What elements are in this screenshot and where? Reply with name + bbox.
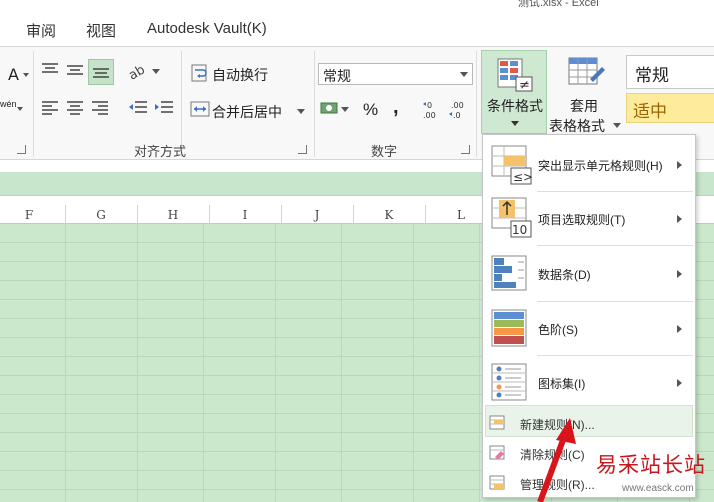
column-header-g[interactable]: G — [65, 208, 137, 222]
wrap-text-button[interactable]: 自动换行 — [212, 65, 268, 85]
chevron-right-icon — [677, 270, 682, 278]
conditional-formatting-button[interactable]: ≠ 条件格式 — [481, 50, 547, 134]
menu-item-data-bars[interactable]: 数据条(D) — [483, 249, 695, 299]
format-as-table-icon — [568, 57, 605, 85]
wrap-text-icon — [191, 64, 207, 82]
svg-text:.0: .0 — [453, 111, 461, 120]
chevron-down-icon — [460, 72, 468, 77]
decrease-indent-icon[interactable] — [127, 99, 149, 115]
accounting-format-icon[interactable] — [320, 99, 350, 119]
align-top-icon[interactable] — [40, 61, 60, 77]
color-scales-icon — [491, 309, 527, 347]
font-color-button[interactable]: A — [8, 65, 19, 84]
increase-decimal-icon[interactable]: 0.00 — [422, 99, 444, 121]
decrease-decimal-icon[interactable]: .00.0 — [448, 99, 470, 121]
conditional-formatting-icon: ≠ — [497, 58, 533, 93]
data-bars-icon — [491, 255, 527, 291]
chevron-right-icon — [677, 379, 682, 387]
comma-style-button[interactable]: , — [393, 96, 399, 119]
chevron-down-icon[interactable] — [613, 123, 621, 128]
menu-item-color-scales[interactable]: 色阶(S) — [483, 305, 695, 355]
group-label-number: 数字 — [371, 144, 398, 159]
chevron-down-icon[interactable] — [297, 109, 305, 114]
number-format-select[interactable]: 常规 — [318, 63, 473, 85]
icon-sets-icon — [491, 363, 527, 401]
watermark-logo: 易采站长站 — [596, 453, 706, 477]
align-bottom-icon — [93, 68, 109, 78]
chevron-right-icon — [677, 215, 682, 223]
column-header-h[interactable]: H — [137, 208, 209, 222]
percent-style-button[interactable]: % — [363, 100, 378, 120]
chevron-down-icon[interactable] — [17, 107, 23, 111]
column-header-f[interactable]: F — [0, 208, 65, 222]
align-left-icon[interactable] — [40, 99, 60, 115]
alignment-dialog-launcher[interactable] — [298, 145, 307, 154]
align-center-icon[interactable] — [65, 99, 85, 115]
manage-rules-icon — [489, 475, 505, 490]
align-middle-icon[interactable] — [65, 61, 85, 77]
chevron-right-icon — [677, 325, 682, 333]
watermark-url: www.easck.com — [622, 483, 694, 494]
cell-style-normal[interactable]: 常规 — [626, 55, 714, 89]
align-bottom-button[interactable] — [88, 59, 114, 85]
increase-indent-icon[interactable] — [153, 99, 175, 115]
window-title: 测试.xlsx - Excel — [518, 0, 599, 9]
group-label-alignment: 对齐方式 — [134, 144, 187, 159]
menu-item-icon-sets[interactable]: 图标集(I) — [483, 359, 695, 409]
number-dialog-launcher[interactable] — [461, 145, 470, 154]
chevron-down-icon[interactable] — [23, 73, 29, 77]
tab-review[interactable]: 审阅 — [26, 20, 56, 41]
format-as-table-button[interactable]: 表格格式 — [549, 116, 605, 136]
merge-center-button[interactable]: 合并后居中 — [212, 102, 282, 122]
svg-text:.00: .00 — [451, 101, 464, 110]
column-header-k[interactable]: K — [353, 208, 425, 222]
top-bottom-rules-icon: 10 — [491, 197, 532, 238]
column-header-j[interactable]: J — [281, 208, 353, 222]
menu-item-highlight-cells-rules[interactable]: ≤> 突出显示单元格规则(H) — [483, 141, 695, 189]
chevron-right-icon — [677, 161, 682, 169]
menu-item-top-bottom-rules[interactable]: 10 项目选取规则(T) — [483, 195, 695, 245]
align-right-icon[interactable] — [90, 99, 110, 115]
highlight-cells-rules-icon: ≤> — [491, 145, 533, 185]
svg-text:10: 10 — [512, 223, 527, 237]
svg-text:≤>: ≤> — [513, 170, 533, 184]
clear-rules-icon — [489, 445, 505, 460]
svg-text:0: 0 — [427, 101, 432, 110]
column-header-i[interactable]: I — [209, 208, 281, 222]
cell-style-neutral[interactable]: 适中 — [626, 93, 714, 123]
svg-text:ab: ab — [128, 62, 148, 81]
new-rule-icon — [489, 415, 505, 430]
annotation-arrow-icon — [537, 418, 576, 502]
svg-text:≠: ≠ — [519, 78, 530, 93]
tab-view[interactable]: 视图 — [86, 20, 116, 41]
font-dialog-launcher[interactable] — [17, 145, 26, 154]
phonetic-guide-button[interactable]: wén — [0, 99, 17, 109]
title-bar: 测试.xlsx - Excel 审阅 视图 Autodesk Vault(K) — [0, 0, 714, 46]
svg-text:.00: .00 — [423, 111, 436, 120]
orientation-icon[interactable]: ab — [128, 61, 162, 81]
tab-autodesk-vault[interactable]: Autodesk Vault(K) — [147, 20, 267, 37]
chevron-down-icon — [511, 121, 519, 126]
merge-center-icon — [190, 101, 210, 117]
format-as-table-label-1[interactable]: 套用 — [570, 96, 598, 116]
